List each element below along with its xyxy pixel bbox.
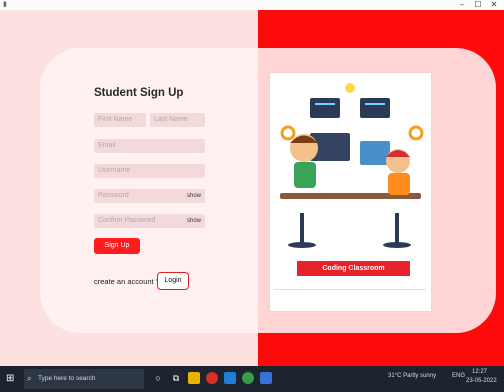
clock-date[interactable]: 23-05-2022: [466, 378, 497, 384]
login-button[interactable]: Login: [157, 272, 189, 290]
weather-status[interactable]: 31°C Partly sunny: [388, 373, 436, 379]
poster-footer: [274, 289, 426, 306]
windows-start-icon[interactable]: ⊞: [6, 373, 18, 385]
email-input[interactable]: Email: [94, 139, 205, 153]
search-placeholder: Type here to search: [38, 375, 96, 382]
edge-icon[interactable]: [224, 372, 236, 384]
confirm-password-show-toggle[interactable]: show: [187, 214, 201, 228]
search-icon: ⌕: [27, 374, 32, 383]
coding-classroom-banner: Coding Classroom: [297, 261, 410, 276]
task-view-icon[interactable]: ⧉: [170, 372, 182, 384]
app-icon-green[interactable]: [242, 372, 254, 384]
taskbar-search-box[interactable]: ⌕ Type here to search: [24, 369, 144, 389]
minimize-button[interactable]: –: [456, 0, 468, 10]
confirm-password-placeholder: Confirm Password: [98, 217, 156, 224]
cortana-icon[interactable]: ○: [152, 372, 164, 384]
app-icon-blue[interactable]: [260, 372, 272, 384]
password-placeholder: Password: [98, 192, 129, 199]
coding-classroom-illustration: Coding Classroom: [270, 73, 431, 311]
first-name-input[interactable]: First Name: [94, 113, 146, 127]
language-indicator[interactable]: ENG: [452, 373, 465, 379]
chrome-icon[interactable]: [206, 372, 218, 384]
clock-time[interactable]: 12:27: [472, 369, 487, 375]
create-account-text: create an account ?: [94, 277, 160, 286]
signup-button[interactable]: Sign Up: [94, 238, 140, 254]
file-explorer-icon[interactable]: [188, 372, 200, 384]
username-input[interactable]: Username: [94, 164, 205, 178]
app-icon: ▮: [3, 1, 7, 8]
maximize-button[interactable]: ☐: [472, 0, 484, 10]
confirm-password-input[interactable]: Confirm Password show: [94, 214, 205, 228]
form-title: Student Sign Up: [94, 87, 184, 99]
last-name-input[interactable]: Last Name: [150, 113, 205, 127]
password-input[interactable]: Password show: [94, 189, 205, 203]
title-bar: ▮ – ☐ ✕: [0, 0, 504, 10]
classroom-illustration-graphic: [280, 83, 424, 248]
windows-taskbar: ⊞ ⌕ Type here to search ○ ⧉ 31°C Partly …: [0, 366, 504, 392]
close-button[interactable]: ✕: [488, 0, 500, 10]
password-show-toggle[interactable]: show: [187, 189, 201, 203]
